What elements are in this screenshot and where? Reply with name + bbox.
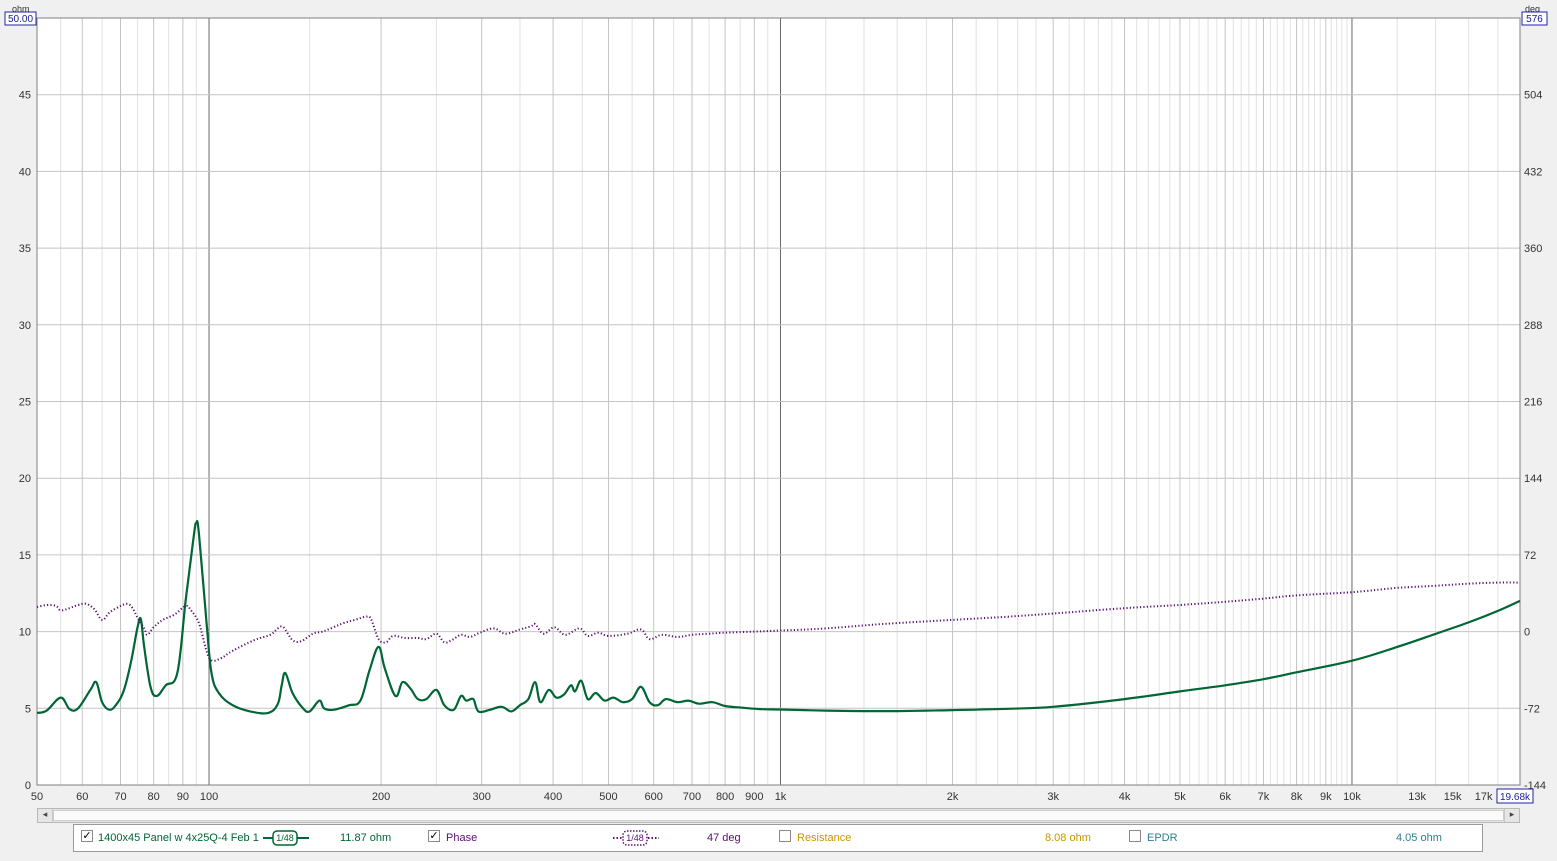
x-tick-label: 5k	[1174, 791, 1186, 803]
resistance-value: 8.08 ohm	[1045, 832, 1091, 844]
x-tick-label: 13k	[1408, 791, 1426, 803]
x-tick-label: 10k	[1343, 791, 1361, 803]
resistance-checkbox[interactable]	[779, 830, 791, 842]
y-right-tick-label: 504	[1524, 90, 1542, 102]
x-tick-label: 17k	[1475, 791, 1493, 803]
y-left-tick-label: 25	[19, 397, 31, 409]
x-tick-label: 600	[645, 791, 663, 803]
x-tick-label: 1k	[775, 791, 787, 803]
epdr-checkbox[interactable]	[1129, 830, 1141, 842]
main-trace-checkbox[interactable]: ✓	[81, 830, 93, 842]
legend-panel: ✓ 1400x45 Panel w 4x25Q-4 Feb 1 1/48 11.…	[73, 824, 1483, 852]
phase-checkbox[interactable]: ✓	[428, 830, 440, 842]
y-left-tick-label: 45	[19, 90, 31, 102]
main-trace-label: 1400x45 Panel w 4x25Q-4 Feb 1	[98, 832, 259, 844]
x-tick-label: 4k	[1119, 791, 1131, 803]
x-tick-label: 800	[716, 791, 734, 803]
y-left-tick-label: 20	[19, 473, 31, 485]
phase-swatch[interactable]: 1/48	[611, 828, 661, 848]
x-tick-label: 80	[148, 791, 160, 803]
x-tick-label: 400	[544, 791, 562, 803]
x-tick-label: 60	[76, 791, 88, 803]
x-tick-label: 7k	[1258, 791, 1270, 803]
scroll-thumb[interactable]	[53, 810, 1504, 821]
x-tick-label: 900	[745, 791, 763, 803]
right-axis-top-value: 576	[1526, 14, 1543, 25]
main-trace-swatch[interactable]: 1/48	[261, 828, 311, 848]
y-left-tick-label: 35	[19, 243, 31, 255]
y-right-tick-label: 144	[1524, 473, 1542, 485]
scroll-left-arrow-icon[interactable]: ◂	[38, 809, 53, 822]
epdr-value: 4.05 ohm	[1396, 832, 1442, 844]
epdr-label: EPDR	[1147, 832, 1178, 844]
y-left-tick-label: 10	[19, 627, 31, 639]
x-tick-label: 70	[114, 791, 126, 803]
x-tick-label: 15k	[1444, 791, 1462, 803]
scroll-right-arrow-icon[interactable]: ▸	[1504, 809, 1519, 822]
left-axis-top-value: 50.00	[8, 14, 33, 25]
x-tick-label: 90	[177, 791, 189, 803]
y-left-tick-label: 5	[25, 703, 31, 715]
impedance-chart: ohm50.00deg576051015202530354045-144-720…	[4, 4, 1548, 804]
x-tick-label: 500	[599, 791, 617, 803]
y-right-tick-label: 72	[1524, 550, 1536, 562]
horizontal-scrollbar[interactable]: ◂ ▸	[37, 808, 1520, 823]
y-right-tick-label: -72	[1524, 703, 1540, 715]
x-tick-label: 9k	[1320, 791, 1332, 803]
x-tick-label: 2k	[947, 791, 959, 803]
y-left-tick-label: 40	[19, 166, 31, 178]
x-tick-label: 200	[372, 791, 390, 803]
main-trace-value: 11.87 ohm	[340, 832, 392, 844]
y-right-tick-label: 360	[1524, 243, 1542, 255]
x-tick-label: 6k	[1219, 791, 1231, 803]
y-right-tick-label: 0	[1524, 627, 1530, 639]
y-right-tick-label: 432	[1524, 166, 1542, 178]
x-tick-label: 8k	[1291, 791, 1303, 803]
phase-value: 47 deg	[707, 832, 741, 844]
y-right-tick-label: 216	[1524, 397, 1542, 409]
phase-smoothing-badge: 1/48	[626, 833, 644, 843]
main-trace-smoothing-badge: 1/48	[276, 833, 294, 843]
x-tick-label: 3k	[1047, 791, 1059, 803]
x-tick-label: 700	[683, 791, 701, 803]
y-right-tick-label: 288	[1524, 320, 1542, 332]
x-tick-label: 100	[200, 791, 218, 803]
x-tick-label: 300	[473, 791, 491, 803]
phase-label: Phase	[446, 832, 478, 844]
resistance-label: Resistance	[797, 832, 852, 844]
x-tick-label: 50	[31, 791, 43, 803]
y-left-tick-label: 15	[19, 550, 31, 562]
y-left-tick-label: 30	[19, 320, 31, 332]
x-axis-end-value: 19.68k	[1500, 792, 1531, 803]
